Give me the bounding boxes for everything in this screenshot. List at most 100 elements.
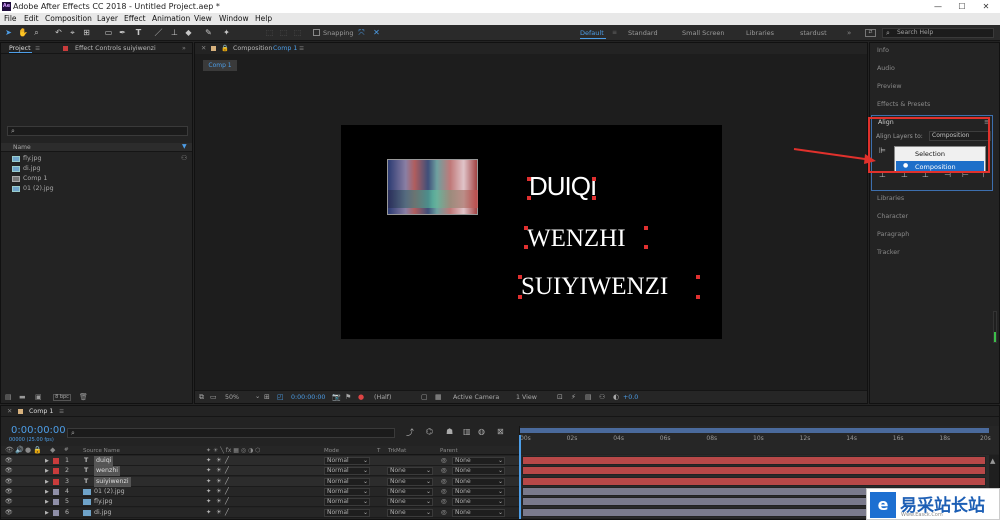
tab-composition-name[interactable]: Comp 1 — [273, 43, 297, 54]
parent-pickwhip-icon[interactable]: ◎ — [441, 487, 447, 497]
menu-file[interactable]: File — [4, 13, 17, 25]
list-item[interactable]: fly.jpg ⚇ — [1, 154, 192, 164]
switch-quality-icon[interactable]: ╱ — [225, 477, 229, 487]
exposure-value[interactable]: +0.0 — [623, 394, 638, 401]
playhead[interactable] — [519, 435, 521, 519]
transform-handle[interactable] — [524, 245, 528, 249]
mode-dropdown[interactable]: Normal ⌄ — [324, 467, 370, 476]
clone-stamp-tool-icon[interactable]: ⊥ — [170, 28, 179, 37]
menu-effect[interactable]: Effect — [124, 13, 146, 25]
pen-tool-icon[interactable]: ✒ — [118, 28, 127, 37]
panel-libraries[interactable]: Libraries — [877, 195, 904, 202]
parent-pickwhip-icon[interactable]: ◎ — [441, 497, 447, 507]
flowchart-icon[interactable]: ⚇ — [599, 393, 605, 401]
motion-blur-icon[interactable]: ◍ — [478, 427, 485, 436]
zoom-tool-icon[interactable]: ⌕ — [32, 28, 41, 37]
panel-preview[interactable]: Preview — [877, 83, 902, 90]
panel-effects-presets[interactable]: Effects & Presets — [877, 101, 930, 108]
layer-label-color[interactable] — [53, 458, 59, 464]
eye-icon[interactable]: 👁 — [5, 466, 13, 476]
switch-shy-icon[interactable]: ✦ — [206, 508, 211, 518]
sync-settings-icon[interactable]: ⇄ — [865, 29, 876, 37]
expand-chevron-icon[interactable]: ▶ — [45, 497, 49, 507]
new-composition-icon[interactable]: ▣ — [35, 393, 42, 401]
eye-icon[interactable]: 👁 — [5, 497, 13, 507]
text-layer-suiyiwenzi[interactable]: SUIYIWENZI — [521, 273, 668, 301]
transform-handle[interactable] — [696, 275, 700, 279]
monitor-icon[interactable]: ▭ — [210, 393, 217, 401]
table-row[interactable]: 👁 ▶ 6 di.jpg ✦ ☀ ╱ Normal ⌄ None ⌄ ◎ None ⌄ — [1, 507, 519, 518]
minimize-button[interactable]: — — [926, 0, 950, 13]
trkmat-dropdown[interactable]: None ⌄ — [387, 487, 433, 496]
menu-help[interactable]: Help — [255, 13, 272, 25]
parent-dropdown[interactable]: None ⌄ — [452, 477, 505, 486]
layer-name[interactable]: wenzhi — [94, 466, 121, 477]
parent-dropdown[interactable]: None ⌄ — [452, 508, 505, 517]
brush-tool-icon[interactable]: ／ — [154, 28, 163, 37]
toggle-pixel-aspect-icon[interactable]: ⊡ — [557, 393, 563, 401]
layer-name[interactable]: di.jpg — [94, 508, 112, 518]
timeline-search-input[interactable]: ⌕ — [67, 428, 395, 438]
solo-icon[interactable]: ● — [25, 446, 31, 454]
lock-icon[interactable]: 🔒 — [33, 446, 42, 454]
mode-dropdown[interactable]: Normal ⌄ — [324, 457, 370, 465]
draft-3d-icon[interactable]: ⌬ — [426, 427, 433, 436]
parent-pickwhip-icon[interactable]: ◎ — [441, 477, 447, 487]
parent-dropdown[interactable]: None ⌄ — [452, 457, 505, 465]
mode-dropdown[interactable]: Normal ⌄ — [324, 477, 370, 486]
current-time[interactable]: 0:00:00:00 — [291, 394, 325, 401]
trkmat-dropdown[interactable]: None ⌄ — [387, 508, 433, 517]
axis-world-icon[interactable]: ⬚ — [279, 28, 288, 37]
parent-dropdown[interactable]: None ⌄ — [452, 487, 505, 496]
sort-chevron-icon[interactable]: ▼ — [182, 143, 187, 150]
workspace-menu-icon[interactable]: ≡ — [612, 29, 617, 36]
switch-quality-icon[interactable]: ╱ — [225, 456, 229, 466]
axis-local-icon[interactable]: ⬚ — [265, 28, 274, 37]
workspace-standard[interactable]: Standard — [628, 29, 658, 37]
transform-handle[interactable] — [592, 177, 596, 181]
layer-label-color[interactable] — [53, 468, 59, 475]
text-layer-duiqi[interactable]: DUIQI — [529, 171, 597, 202]
switch-shy-icon[interactable]: ✦ — [206, 487, 211, 497]
column-mode[interactable]: Mode — [324, 448, 339, 454]
switch-shy-icon[interactable]: ✦ — [206, 466, 211, 476]
mode-dropdown[interactable]: Normal ⌄ — [324, 487, 370, 496]
menu-animation[interactable]: Animation — [152, 13, 190, 25]
snapshot-icon[interactable]: 📷 — [332, 393, 341, 401]
composition-canvas[interactable]: DUIQI WENZHI SUIYIWENZI — [341, 125, 722, 339]
work-area-bar[interactable] — [520, 428, 989, 433]
list-item[interactable]: Comp 1 — [1, 174, 192, 184]
safe-zones-icon[interactable]: ⊞ — [264, 393, 270, 401]
menu-composition[interactable]: Composition — [45, 13, 92, 25]
layer-duration-bar[interactable] — [522, 476, 986, 486]
work-area-range[interactable] — [520, 428, 989, 433]
zoom-dropdown[interactable]: 50% — [225, 394, 239, 401]
menu-window[interactable]: Window — [219, 13, 249, 25]
camera-dropdown[interactable]: Active Camera — [453, 394, 499, 401]
layer-label-color[interactable] — [53, 499, 59, 506]
transform-handle[interactable] — [527, 196, 531, 200]
views-dropdown[interactable]: 1 View — [516, 394, 537, 401]
parent-pickwhip-icon[interactable]: ◎ — [441, 508, 447, 518]
eye-icon[interactable]: 👁 — [5, 508, 13, 518]
panel-info[interactable]: Info — [877, 47, 889, 54]
workspace-default[interactable]: Default — [580, 29, 604, 37]
expand-chevron-icon[interactable]: ▶ — [45, 477, 49, 487]
selection-tool-icon[interactable]: ➤ — [4, 28, 13, 37]
column-number[interactable]: # — [64, 447, 69, 453]
panel-overflow-icon[interactable]: » — [182, 43, 186, 54]
layer-label-color[interactable] — [53, 488, 59, 495]
tab-composition[interactable]: Composition — [233, 43, 272, 54]
snap-icon[interactable]: ⤧ — [357, 28, 366, 37]
layer-label-color[interactable] — [53, 509, 59, 516]
column-name[interactable]: Name — [13, 144, 31, 151]
switch-collapse-icon[interactable]: ☀ — [216, 508, 222, 518]
trash-icon[interactable]: 🗑 — [79, 393, 88, 401]
parent-dropdown[interactable]: None ⌄ — [452, 498, 505, 507]
audio-icon[interactable]: 🔊 — [15, 446, 24, 454]
channel-icon[interactable]: ● — [358, 393, 364, 401]
switch-quality-icon[interactable]: ╱ — [225, 497, 229, 507]
parent-pickwhip-icon[interactable]: ◎ — [441, 456, 447, 466]
new-folder-icon[interactable]: ▬ — [19, 393, 26, 401]
layer-name[interactable]: fly.jpg — [94, 497, 113, 507]
